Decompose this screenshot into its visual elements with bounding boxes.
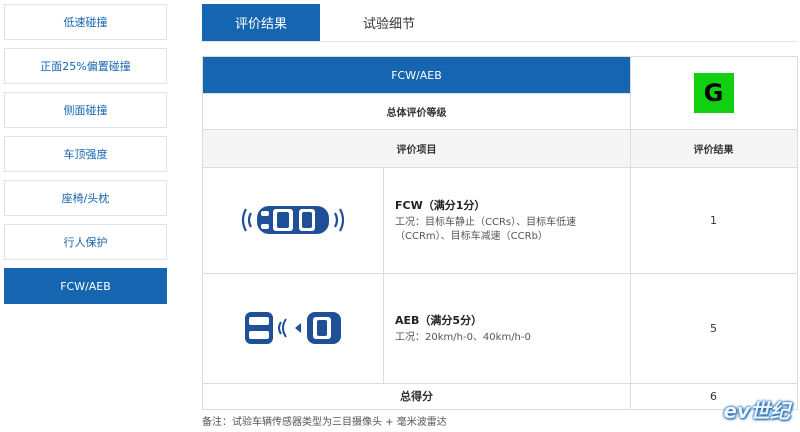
fcw-icon-cell (203, 167, 383, 273)
divider (630, 57, 631, 409)
aeb-icon-cell (203, 273, 383, 383)
results-table: FCW/AEB 总体评价等级 G 评价项目 评价结果 FCW（满分1分） 工况：… (202, 56, 798, 410)
fcw-title: FCW（满分1分） (395, 198, 486, 212)
sidebar-item-roof-strength[interactable]: 车顶强度 (4, 136, 167, 172)
aeb-description: AEB（满分5分） 工况：20km/h-0、40km/h-0 (383, 273, 630, 383)
tab-test-details[interactable]: 试验细节 (330, 4, 448, 41)
sidebar-item-small-overlap-front[interactable]: 正面25%偏置碰撞 (4, 48, 167, 84)
sidebar-item-low-speed-crash[interactable]: 低速碰撞 (4, 4, 167, 40)
sidebar-item-pedestrian[interactable]: 行人保护 (4, 224, 167, 260)
column-header-result: 评价结果 (630, 129, 797, 167)
watermark-logo: ev世纪 (723, 399, 790, 423)
divider (203, 129, 797, 130)
sidebar-item-seat-headrest[interactable]: 座椅/头枕 (4, 180, 167, 216)
tab-evaluation-results[interactable]: 评价结果 (202, 4, 320, 41)
aeb-title: AEB（满分5分） (395, 313, 483, 327)
overall-grade-cell: G (630, 57, 797, 129)
divider (383, 167, 384, 383)
divider (203, 383, 797, 384)
sidebar-item-fcw-aeb[interactable]: FCW/AEB (4, 268, 167, 304)
fcw-result: 1 (710, 213, 717, 227)
column-header-item: 评价项目 (203, 129, 630, 167)
divider (203, 167, 797, 168)
fcw-conditions: 工况：目标车静止（CCRs）、目标车低速（CCRm）、目标车减速（CCRb） (395, 216, 577, 242)
fcw-description: FCW（满分1分） 工况：目标车静止（CCRs）、目标车低速（CCRm）、目标车… (383, 167, 630, 273)
footnote: 备注：试验车辆传感器类型为三目摄像头 + 毫米波雷达 (202, 417, 447, 428)
divider (203, 273, 797, 274)
divider (203, 93, 630, 94)
sidebar: 低速碰撞 正面25%偏置碰撞 侧面碰撞 车顶强度 座椅/头枕 行人保护 FCW/… (4, 4, 167, 312)
aeb-conditions: 工况：20km/h-0、40km/h-0 (395, 331, 531, 343)
aeb-result: 5 (710, 321, 717, 335)
sidebar-item-side-impact[interactable]: 侧面碰撞 (4, 92, 167, 128)
section-title: FCW/AEB (203, 57, 630, 93)
grade-badge: G (693, 73, 734, 113)
overall-rating-label: 总体评价等级 (386, 107, 447, 119)
car-sensor-waves-icon (241, 206, 345, 234)
tab-bar: 评价结果 试验细节 (202, 4, 798, 42)
two-cars-aeb-icon (245, 312, 341, 344)
total-score-label: 总得分 (400, 390, 433, 403)
